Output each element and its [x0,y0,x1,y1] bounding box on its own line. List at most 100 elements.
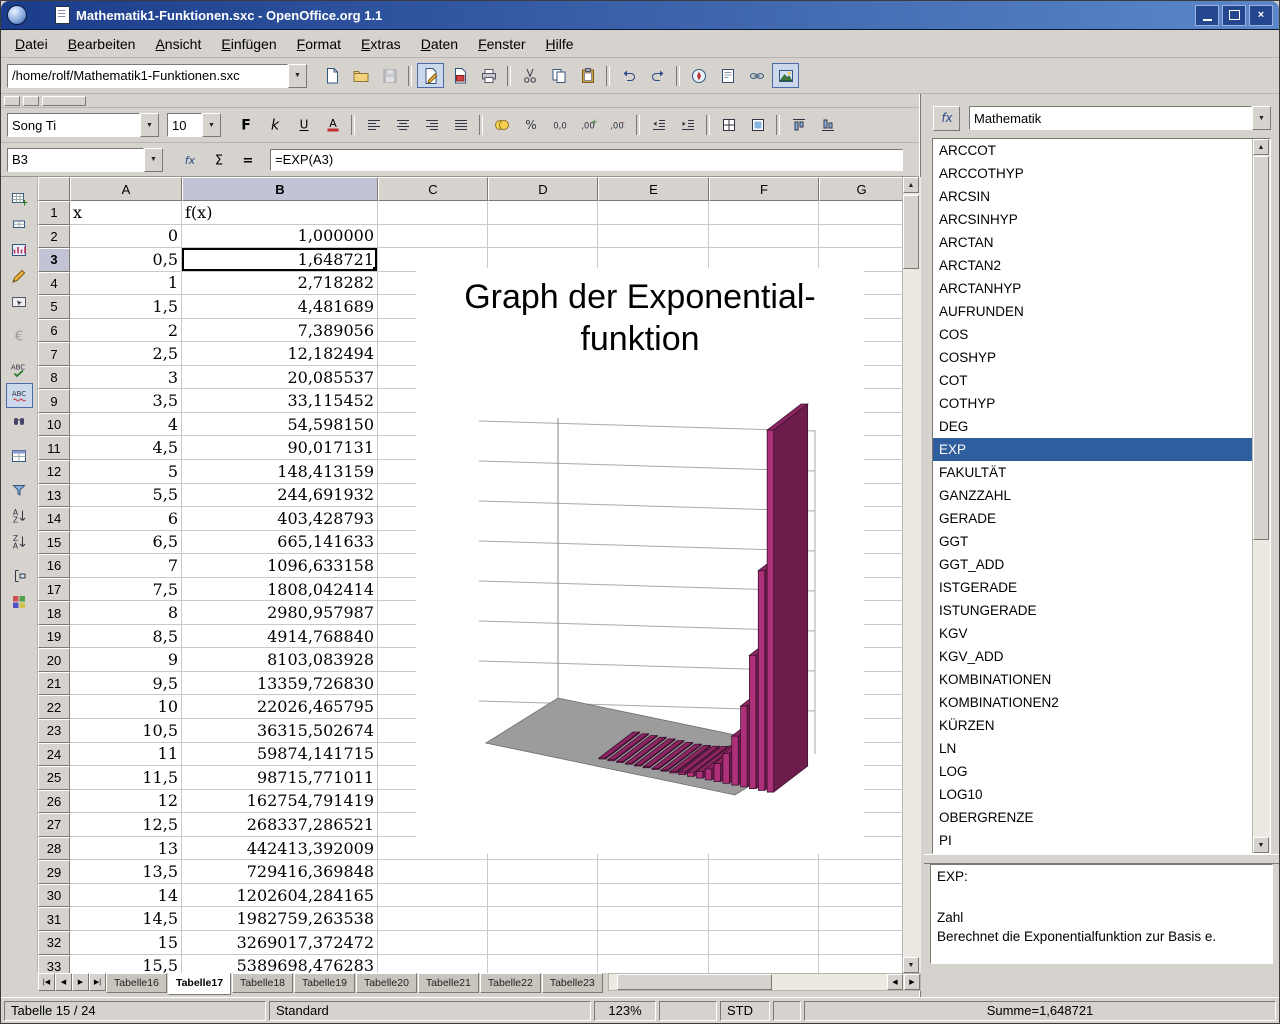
row-header-26[interactable]: 26 [38,790,70,814]
cell-D2[interactable] [488,225,598,249]
function-list-item[interactable]: KÜRZEN [933,714,1253,737]
cell-B29[interactable]: 729416,369848 [182,860,378,884]
function-list-item[interactable]: DEG [933,415,1253,438]
tab-scroll-next-button[interactable]: ▶ [72,973,89,991]
function-list-item[interactable]: ARCTAN2 [933,254,1253,277]
align-center-button[interactable] [389,113,416,138]
function-list-item[interactable]: AUFRUNDEN [933,300,1253,323]
row-header-11[interactable]: 11 [38,436,70,460]
print-file-button[interactable] [475,63,502,88]
cell-B28[interactable]: 442413,392009 [182,837,378,861]
undo-button[interactable] [615,63,642,88]
menu-ansicht[interactable]: Ansicht [145,32,211,56]
row-header-5[interactable]: 5 [38,295,70,319]
cell-C32[interactable] [378,931,488,955]
function-list-item[interactable]: LN [933,737,1253,760]
bold-button[interactable]: F [232,113,259,138]
hyperlink-dialog-button[interactable] [743,63,770,88]
function-list-item[interactable]: COT [933,369,1253,392]
sheet-tab-tabelle16[interactable]: Tabelle16 [106,973,167,993]
status-zoom[interactable]: 123% [594,1001,656,1021]
scroll-up-icon[interactable]: ▲ [903,177,919,193]
cell-A30[interactable]: 14 [70,884,182,908]
column-header-E[interactable]: E [598,177,709,201]
cell-A14[interactable]: 6 [70,507,182,531]
function-list-item[interactable]: KGV_ADD [933,645,1253,668]
function-button[interactable]: = [234,147,261,172]
menu-hilfe[interactable]: Hilfe [536,32,584,56]
cell-B16[interactable]: 1096,633158 [182,554,378,578]
cell-C29[interactable] [378,860,488,884]
sort-ascending-button[interactable]: AZ [6,503,33,528]
cell-A10[interactable]: 4 [70,413,182,437]
chart-object[interactable]: Graph der Exponential- funktion [416,268,864,854]
row-header-12[interactable]: 12 [38,460,70,484]
row-header-3[interactable]: 3 [38,248,70,272]
cell-A13[interactable]: 5,5 [70,484,182,508]
row-header-7[interactable]: 7 [38,342,70,366]
row-header-16[interactable]: 16 [38,554,70,578]
row-header-20[interactable]: 20 [38,648,70,672]
decrease-indent-button[interactable] [645,113,672,138]
cell-D30[interactable] [488,884,598,908]
function-list-item[interactable]: GGT_ADD [933,553,1253,576]
cell-B1[interactable]: f(x) [182,201,378,225]
open-document-button[interactable] [347,63,374,88]
cell-G1[interactable] [819,201,902,225]
function-list-item[interactable]: GANZZAHL [933,484,1253,507]
cell-A11[interactable]: 4,5 [70,436,182,460]
function-list-item[interactable]: ISTUNGERADE [933,599,1253,622]
cell-B26[interactable]: 162754,791419 [182,790,378,814]
row-header-6[interactable]: 6 [38,319,70,343]
chevron-down-icon[interactable]: ▼ [144,148,163,172]
function-list-item[interactable]: KOMBINATIONEN [933,668,1253,691]
row-header-19[interactable]: 19 [38,625,70,649]
column-header-D[interactable]: D [488,177,598,201]
align-right-button[interactable] [418,113,445,138]
function-wizard-button[interactable]: fx [176,147,203,172]
function-list-item[interactable]: ARCSIN [933,185,1253,208]
cell-A24[interactable]: 11 [70,743,182,767]
edit-file-button[interactable] [417,63,444,88]
chevron-down-icon[interactable]: ▼ [288,64,307,88]
menu-fenster[interactable]: Fenster [468,32,535,56]
justify-button[interactable] [447,113,474,138]
cell-B9[interactable]: 33,115452 [182,389,378,413]
align-top-button[interactable] [785,113,812,138]
spellcheck-button[interactable]: ABC [6,357,33,382]
euro-converter-button[interactable]: € [6,323,33,348]
cell-B32[interactable]: 3269017,372472 [182,931,378,955]
toolbar-dock-handle[interactable] [4,96,20,106]
row-header-24[interactable]: 24 [38,743,70,767]
minimize-button[interactable] [1195,5,1219,26]
scroll-right-icon[interactable]: ▶ [904,974,920,990]
cell-F32[interactable] [709,931,819,955]
url-combobox[interactable]: ▼ [7,64,307,88]
group-button[interactable] [6,563,33,588]
sheet-tab-tabelle22[interactable]: Tabelle22 [480,973,541,993]
cell-B13[interactable]: 244,691932 [182,484,378,508]
cell-A31[interactable]: 14,5 [70,907,182,931]
function-list-item[interactable]: LOG [933,760,1253,783]
status-insert-mode[interactable]: STD [720,1001,770,1021]
currency-button[interactable] [488,113,515,138]
function-list-item[interactable]: GGT [933,530,1253,553]
copy-button[interactable] [545,63,572,88]
cell-F1[interactable] [709,201,819,225]
function-list-item[interactable]: ARCTAN [933,231,1253,254]
cell-B30[interactable]: 1202604,284165 [182,884,378,908]
cell-C33[interactable] [378,955,488,974]
row-header-2[interactable]: 2 [38,225,70,249]
cell-F30[interactable] [709,884,819,908]
cell-E33[interactable] [598,955,709,974]
function-list-item[interactable]: ISTGERADE [933,576,1253,599]
function-list-item[interactable]: PI [933,829,1253,852]
row-header-27[interactable]: 27 [38,813,70,837]
cell-E2[interactable] [598,225,709,249]
scroll-up-icon[interactable]: ▲ [1253,139,1269,155]
column-header-G[interactable]: G [819,177,902,201]
function-list-item[interactable]: COSHYP [933,346,1253,369]
cell-B12[interactable]: 148,413159 [182,460,378,484]
cell-B6[interactable]: 7,389056 [182,319,378,343]
cell-G2[interactable] [819,225,902,249]
